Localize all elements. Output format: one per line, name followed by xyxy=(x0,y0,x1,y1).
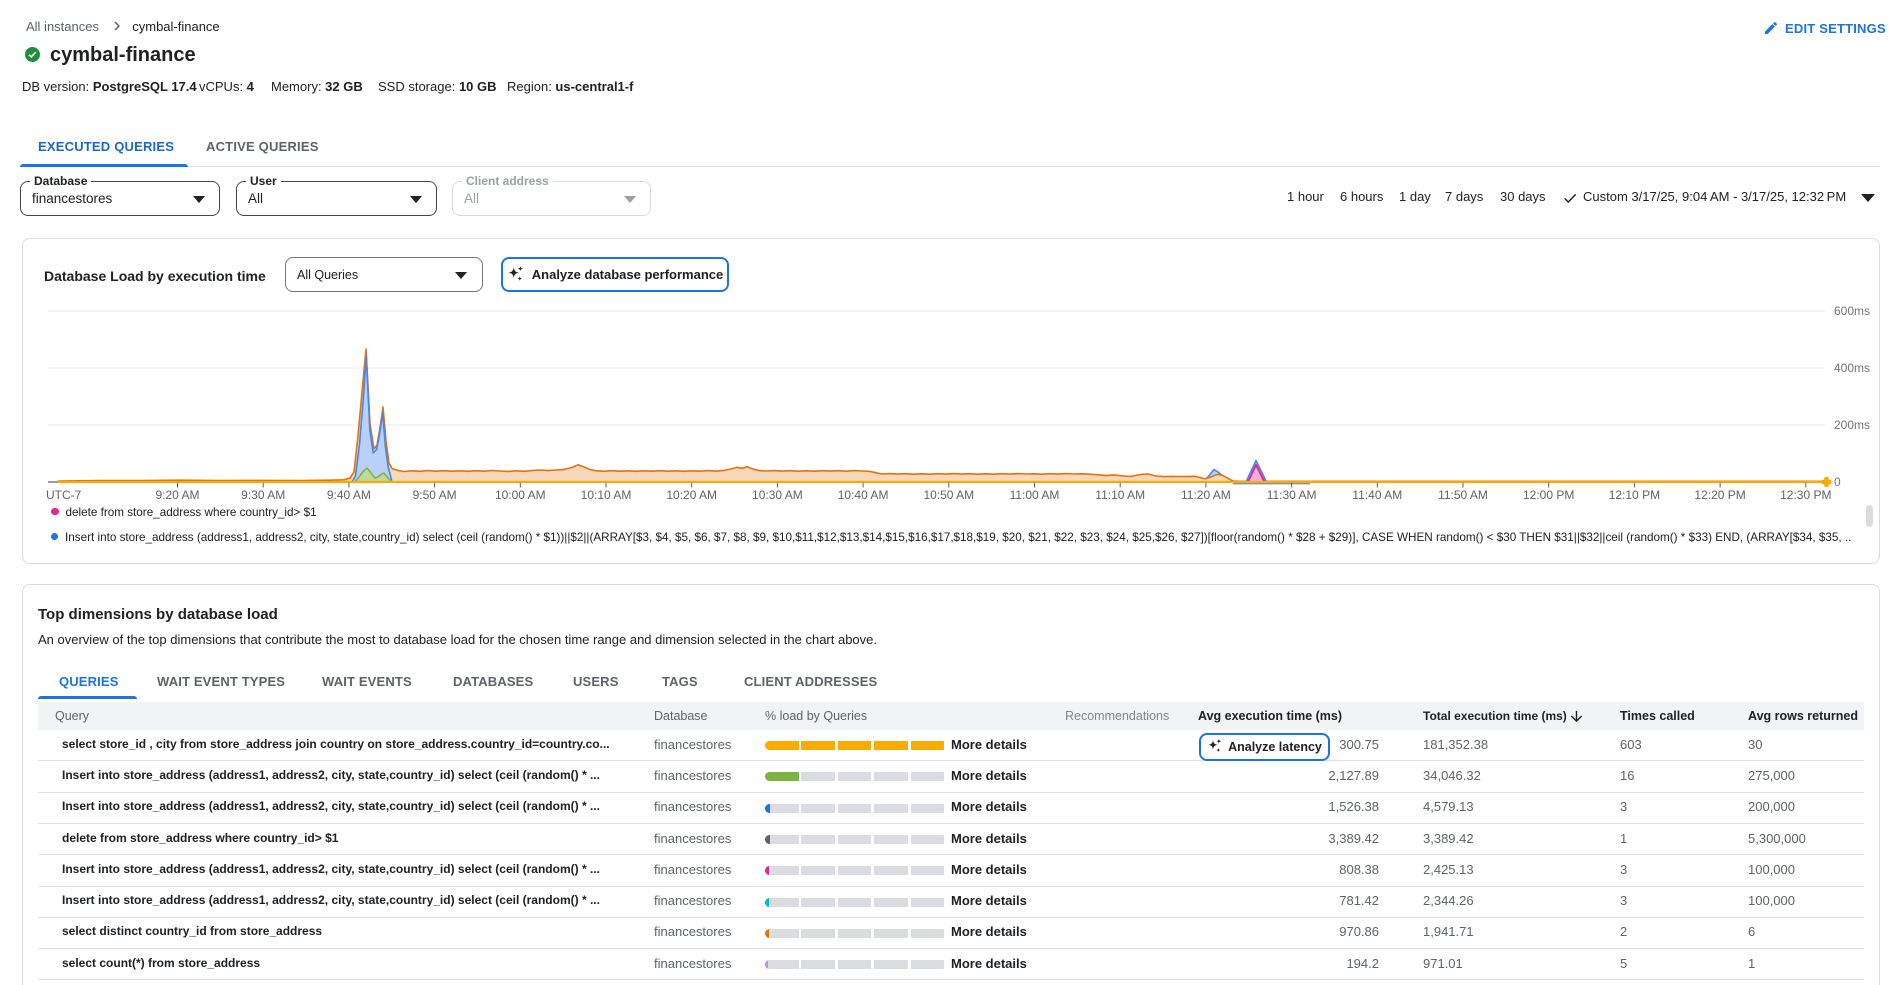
svg-text:12:10 PM: 12:10 PM xyxy=(1609,488,1660,502)
svg-text:0: 0 xyxy=(1834,475,1841,489)
svg-text:600ms: 600ms xyxy=(1834,304,1870,318)
svg-text:11:40 AM: 11:40 AM xyxy=(1352,488,1402,502)
svg-text:9:20 AM: 9:20 AM xyxy=(155,488,199,502)
svg-text:200ms: 200ms xyxy=(1834,418,1870,432)
svg-text:10:50 AM: 10:50 AM xyxy=(923,488,974,502)
svg-text:10:20 AM: 10:20 AM xyxy=(666,488,717,502)
svg-text:12:00 PM: 12:00 PM xyxy=(1523,488,1574,502)
svg-text:10:10 AM: 10:10 AM xyxy=(581,488,632,502)
svg-text:11:10 AM: 11:10 AM xyxy=(1095,488,1145,502)
svg-text:UTC-7: UTC-7 xyxy=(46,488,82,502)
svg-text:9:40 AM: 9:40 AM xyxy=(327,488,371,502)
svg-text:9:50 AM: 9:50 AM xyxy=(413,488,457,502)
svg-text:11:30 AM: 11:30 AM xyxy=(1267,488,1317,502)
svg-text:10:30 AM: 10:30 AM xyxy=(752,488,803,502)
svg-text:11:20 AM: 11:20 AM xyxy=(1181,488,1231,502)
svg-text:11:50 AM: 11:50 AM xyxy=(1438,488,1488,502)
svg-text:12:20 PM: 12:20 PM xyxy=(1694,488,1745,502)
svg-text:10:00 AM: 10:00 AM xyxy=(495,488,546,502)
svg-text:12:30 PM: 12:30 PM xyxy=(1780,488,1831,502)
svg-text:400ms: 400ms xyxy=(1834,361,1870,375)
svg-text:10:40 AM: 10:40 AM xyxy=(838,488,889,502)
svg-text:9:30 AM: 9:30 AM xyxy=(241,488,285,502)
svg-text:11:00 AM: 11:00 AM xyxy=(1010,488,1060,502)
